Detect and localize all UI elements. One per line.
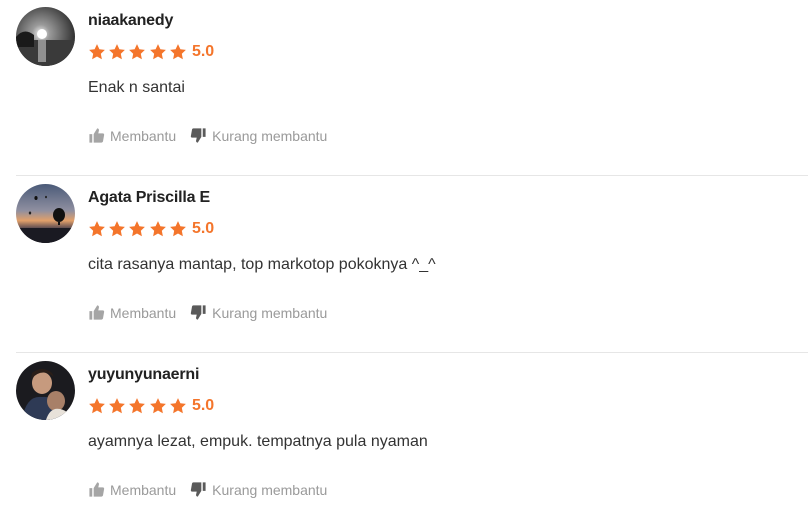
helpful-button[interactable]: Membantu — [88, 304, 176, 321]
reviewer-name: Agata Priscilla E — [88, 189, 210, 206]
star-icon — [149, 44, 166, 60]
helpful-label: Membantu — [110, 127, 177, 144]
star-icon — [129, 221, 146, 237]
helpful-button[interactable]: Membantu — [88, 127, 176, 144]
helpful-label: Membantu — [110, 481, 177, 498]
review-item: niaakanedy 5.0 Enak n santai Membantu Ku… — [0, 0, 808, 176]
rating-value: 5.0 — [191, 397, 215, 414]
star-icon — [109, 44, 126, 60]
rating-value: 5.0 — [191, 220, 215, 237]
review-text: Enak n santai — [88, 79, 185, 96]
divider — [16, 352, 808, 353]
star-icon — [129, 398, 146, 414]
review-actions: Membantu Kurang membantu — [88, 127, 327, 144]
star-icon — [149, 221, 166, 237]
review-item: yuyunyunaerni 5.0 ayamnya lezat, empuk. … — [0, 354, 808, 513]
thumbs-down-icon — [190, 128, 206, 143]
thumbs-down-icon — [190, 482, 206, 497]
not-helpful-label: Kurang membantu — [212, 481, 328, 498]
not-helpful-button[interactable]: Kurang membantu — [190, 304, 327, 321]
reviewer-name: yuyunyunaerni — [88, 366, 200, 383]
star-icon — [149, 398, 166, 414]
star-icon — [89, 221, 105, 237]
review-text: ayamnya lezat, empuk. tempatnya pula nya… — [88, 433, 428, 450]
not-helpful-button[interactable]: Kurang membantu — [190, 127, 327, 144]
not-helpful-label: Kurang membantu — [212, 127, 328, 144]
reviewer-name: niaakanedy — [88, 12, 174, 29]
avatar[interactable] — [16, 7, 75, 66]
divider — [16, 175, 808, 176]
not-helpful-label: Kurang membantu — [212, 304, 328, 321]
star-icon — [89, 398, 105, 414]
avatar[interactable] — [16, 184, 75, 243]
star-rating: 5.0 — [88, 42, 214, 62]
review-actions: Membantu Kurang membantu — [88, 481, 327, 498]
avatar[interactable] — [16, 361, 75, 420]
star-icon — [129, 44, 146, 60]
review-item: Agata Priscilla E 5.0 cita rasanya manta… — [0, 177, 808, 353]
review-actions: Membantu Kurang membantu — [88, 304, 327, 321]
helpful-label: Membantu — [110, 304, 177, 321]
star-rating: 5.0 — [88, 396, 214, 416]
review-text: cita rasanya mantap, top markotop pokokn… — [88, 256, 436, 273]
star-icon — [169, 221, 186, 237]
thumbs-up-icon — [89, 305, 105, 320]
not-helpful-button[interactable]: Kurang membantu — [190, 481, 327, 498]
thumbs-up-icon — [89, 482, 105, 497]
star-icon — [169, 398, 186, 414]
star-icon — [109, 221, 126, 237]
star-rating: 5.0 — [88, 219, 214, 239]
star-icon — [109, 398, 126, 414]
star-icon — [169, 44, 186, 60]
thumbs-down-icon — [190, 305, 206, 320]
star-icon — [89, 44, 105, 60]
review-list: niaakanedy 5.0 Enak n santai Membantu Ku… — [0, 0, 808, 513]
thumbs-up-icon — [89, 128, 105, 143]
rating-value: 5.0 — [191, 43, 215, 60]
helpful-button[interactable]: Membantu — [88, 481, 176, 498]
